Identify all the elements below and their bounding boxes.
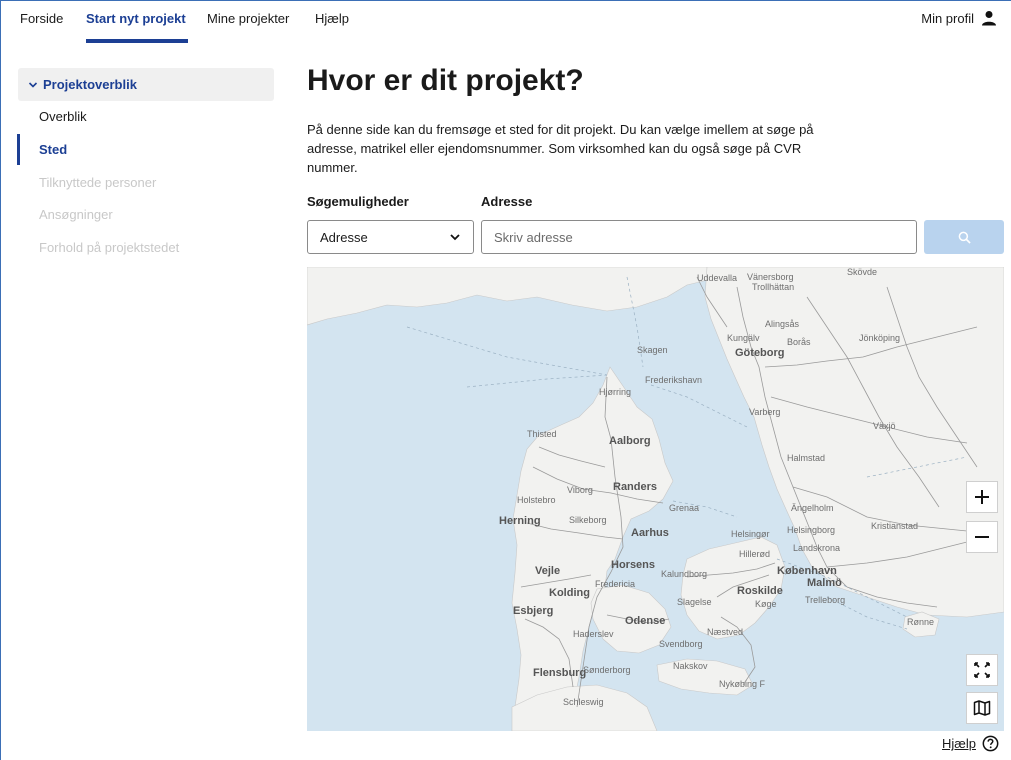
search-icon [958, 231, 971, 244]
city-label: Halmstad [787, 453, 826, 463]
city-label: Helsingør [731, 529, 770, 539]
city-label: Vänersborg [747, 272, 794, 282]
search-option-select[interactable]: Adresse [307, 220, 474, 254]
city-label: Kolding [549, 587, 590, 599]
city-label: Fredericia [595, 579, 636, 589]
city-label: Schleswig [563, 697, 604, 707]
fullscreen-button[interactable] [966, 654, 998, 686]
address-label: Adresse [481, 194, 533, 209]
zoom-out-button[interactable] [966, 521, 998, 553]
city-label: Thisted [527, 429, 557, 439]
land-norway [307, 267, 728, 326]
sidebar-current-marker [17, 134, 20, 165]
city-label: Odense [625, 615, 666, 627]
map-layers-button[interactable] [966, 692, 998, 724]
city-label: Alingsås [765, 319, 800, 329]
city-label: Horsens [611, 559, 656, 571]
city-label: Göteborg [735, 347, 785, 359]
city-label: Køge [755, 599, 777, 609]
city-label: Slagelse [677, 597, 712, 607]
question-circle-icon [982, 735, 999, 752]
city-label: Nykøbing F [719, 679, 766, 689]
city-label: Kalundborg [661, 569, 708, 579]
search-button[interactable] [924, 220, 1004, 254]
city-label: Sønderborg [583, 665, 631, 675]
sidebar-item-tilknyttede-personer: Tilknyttede personer [39, 175, 157, 190]
city-label: Esbjerg [513, 605, 554, 617]
search-options-label: Søgemuligheder [307, 194, 409, 209]
city-label: Hjørring [599, 387, 632, 397]
chevron-down-icon [28, 81, 38, 88]
city-label: Roskilde [737, 585, 783, 597]
city-label: Trollhättan [752, 282, 795, 292]
city-label: Nakskov [673, 661, 708, 671]
city-label: Frederikshavn [645, 375, 703, 385]
city-label: Växjö [873, 421, 896, 431]
city-label: Landskrona [793, 543, 841, 553]
city-label: Ängelholm [791, 503, 834, 513]
sidebar-item-overblik[interactable]: Overblik [39, 109, 87, 124]
profile-label: Min profil [921, 10, 974, 26]
city-label: Skövde [847, 267, 878, 277]
map-layers-icon [973, 700, 991, 716]
city-label: Grenaa [669, 503, 700, 513]
city-label: Flensburg [533, 667, 587, 679]
sidebar-header-projektoverblik[interactable]: Projektoverblik [18, 68, 274, 101]
city-label: Næstved [707, 627, 744, 637]
sidebar-item-sted[interactable]: Sted [39, 142, 67, 157]
help-label: Hjælp [942, 736, 976, 751]
city-label: Vejle [535, 565, 561, 577]
plus-icon [975, 490, 989, 504]
city-label: Holstebro [517, 495, 556, 505]
address-input[interactable] [481, 220, 917, 254]
sidebar-item-forhold-paa-projektstedet: Forhold på projektstedet [39, 240, 180, 255]
city-label: Borås [787, 337, 811, 347]
chevron-down-icon [450, 234, 460, 241]
city-label: Rønne [907, 617, 935, 627]
city-label: Viborg [567, 485, 593, 495]
city-label: Hillerød [739, 549, 771, 559]
city-label: Uddevalla [697, 273, 738, 283]
top-navigation: Forside Start nyt projekt Mine projekter… [0, 0, 1011, 44]
fullscreen-icon [974, 662, 990, 678]
minus-icon [975, 536, 989, 538]
city-label: Aarhus [631, 527, 669, 539]
city-label: Randers [613, 481, 658, 493]
city-label: Herning [499, 515, 541, 527]
city-label: Haderslev [573, 629, 614, 639]
page-title: Hvor er dit projekt? [307, 64, 584, 97]
city-label: Malmö [807, 577, 842, 589]
map-view[interactable]: Uddevalla Vänersborg Trollhättan Skövde … [307, 267, 1004, 731]
city-label: Silkeborg [569, 515, 607, 525]
city-label: Trelleborg [805, 595, 846, 605]
sidebar-item-ansoegninger: Ansøgninger [39, 207, 113, 222]
city-label: Jönköping [859, 333, 901, 343]
nav-start-nyt-projekt[interactable]: Start nyt projekt [86, 11, 186, 26]
help-link[interactable]: Hjælp [942, 735, 999, 752]
user-icon [982, 11, 996, 26]
zoom-in-button[interactable] [966, 481, 998, 513]
nav-active-indicator [86, 39, 188, 43]
city-label: Aalborg [609, 435, 651, 447]
nav-forside[interactable]: Forside [20, 11, 63, 26]
city-label: Svendborg [659, 639, 703, 649]
nav-hjaelp[interactable]: Hjælp [315, 11, 349, 26]
sidebar-header-label: Projektoverblik [43, 77, 137, 92]
profile-link[interactable]: Min profil [921, 10, 997, 26]
city-label: København [777, 565, 837, 577]
search-option-value: Adresse [320, 229, 368, 245]
city-label: Helsingborg [787, 525, 836, 535]
intro-text: På denne side kan du fremsøge et sted fo… [307, 122, 814, 175]
city-label: Kungälv [727, 333, 760, 343]
city-label: Varberg [749, 407, 781, 417]
nav-mine-projekter[interactable]: Mine projekter [207, 11, 289, 26]
city-label: Skagen [637, 345, 668, 355]
city-label: Kristianstad [871, 521, 919, 531]
